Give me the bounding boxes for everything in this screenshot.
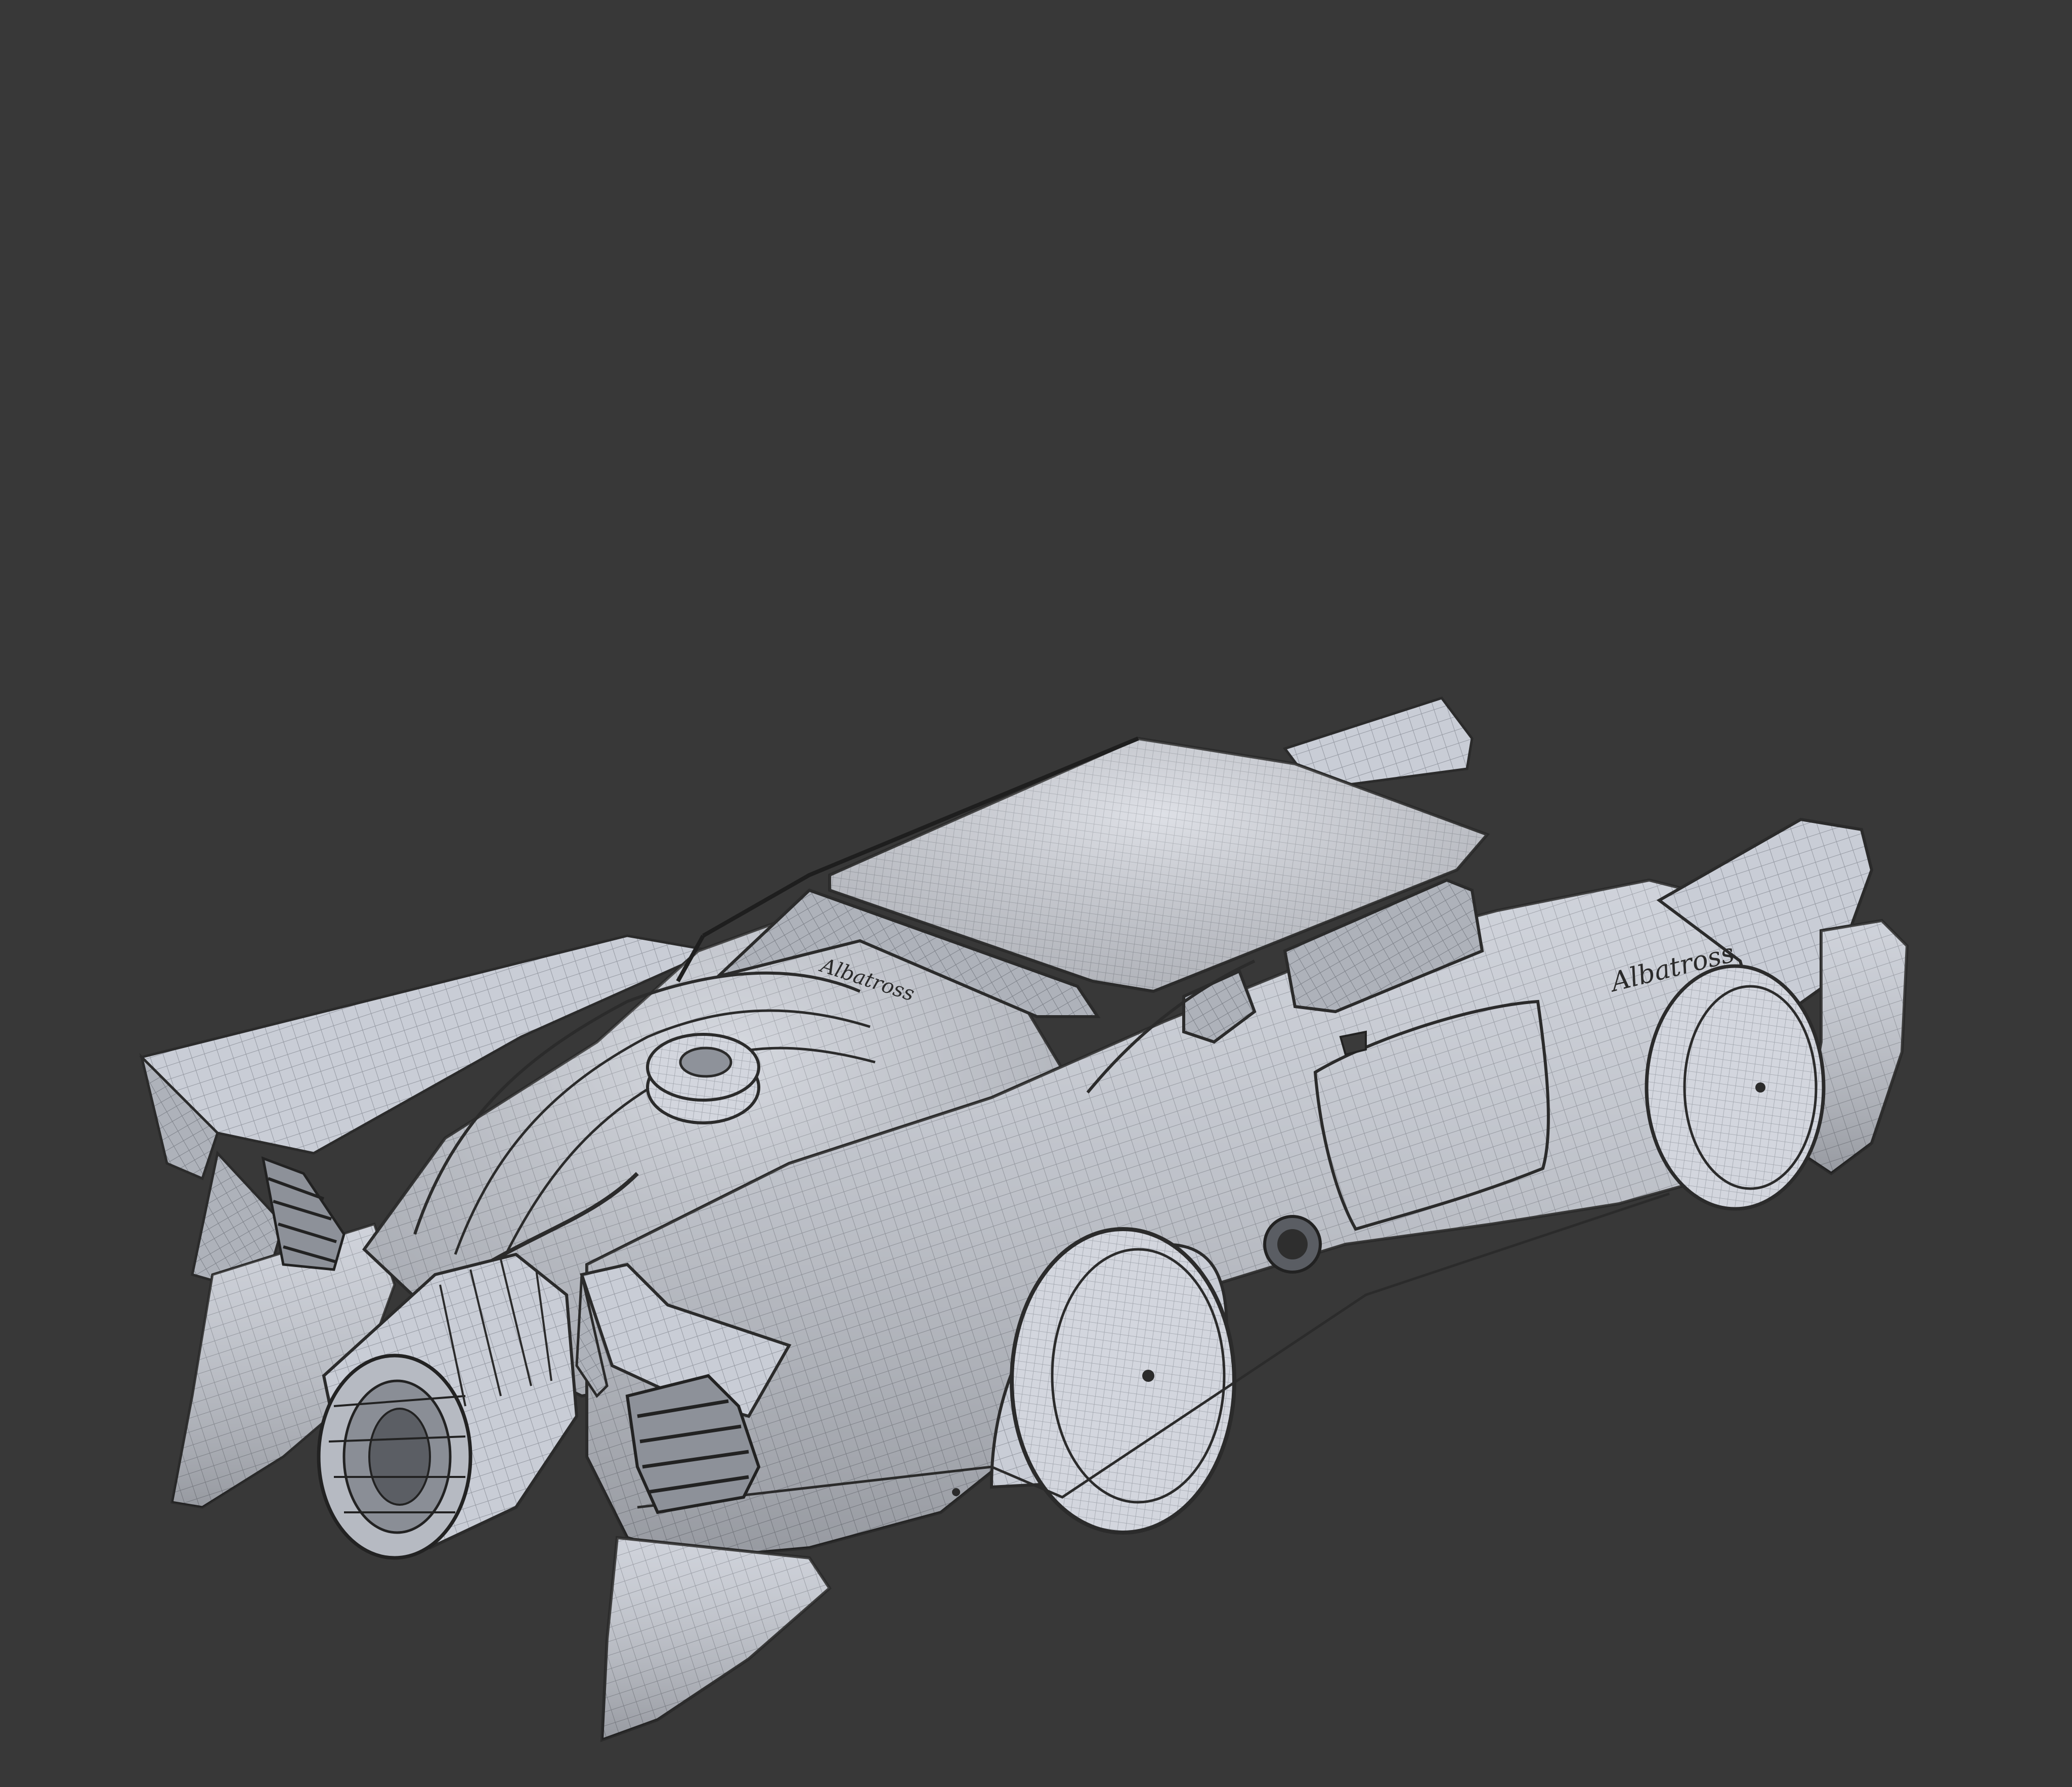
- car-render: Albatross Albatross: [139, 696, 1909, 1742]
- fuel-cap: [646, 1033, 760, 1124]
- front-wheel: [1645, 964, 1826, 1211]
- render-viewport: Albatross Albatross: [0, 0, 2072, 1787]
- door-handle: [1339, 1030, 1367, 1056]
- side-emblem: [1263, 1215, 1322, 1274]
